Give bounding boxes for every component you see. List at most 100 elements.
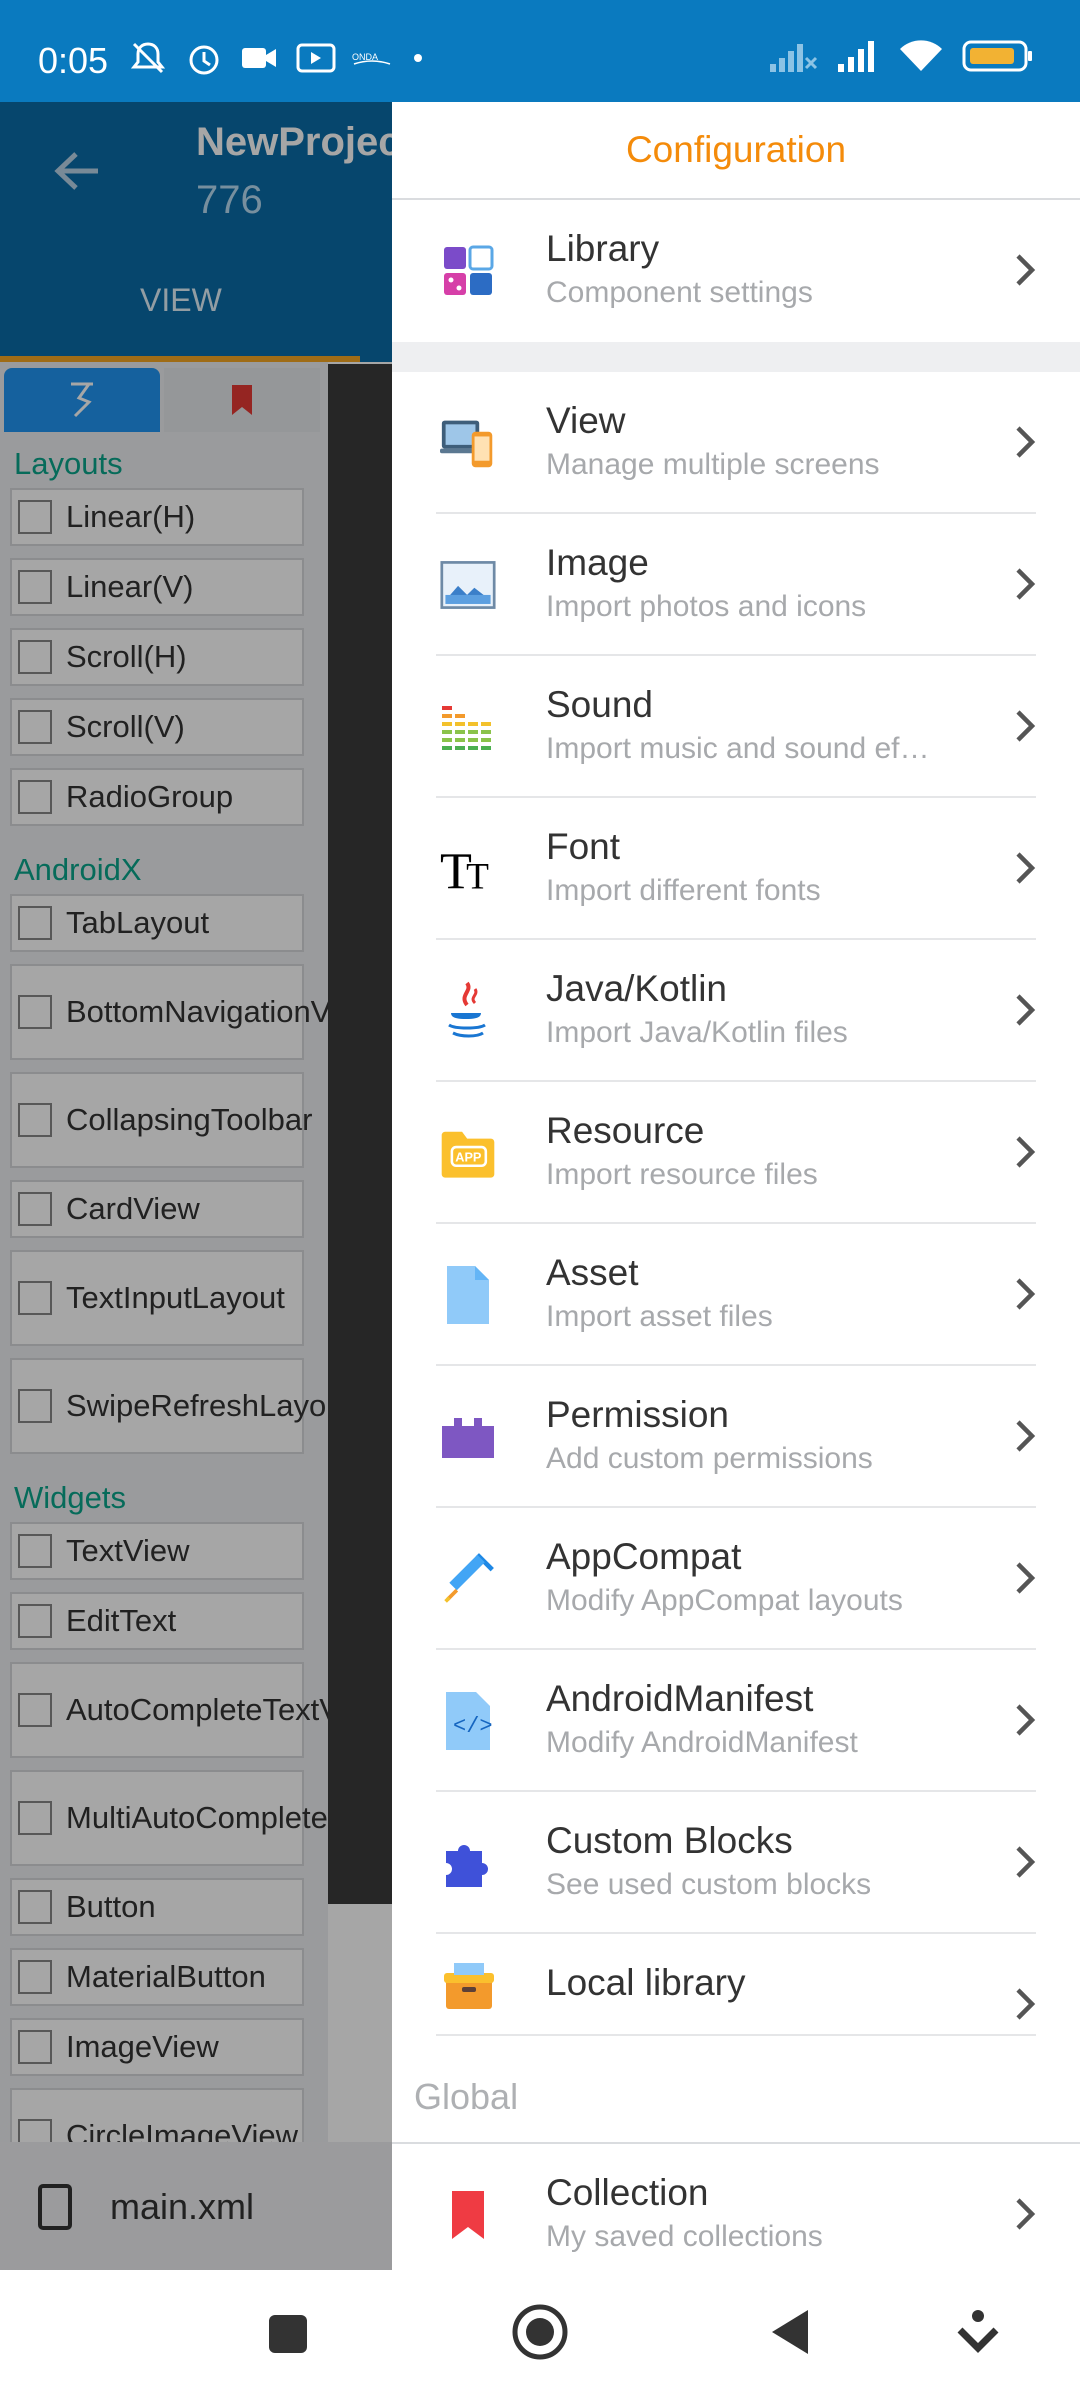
java-icon (440, 981, 496, 1039)
menu-item-subtitle: Modify AndroidManifest (546, 1726, 858, 1759)
signal-icon-2 (836, 38, 880, 79)
navigation-bar (0, 2270, 1080, 2400)
section-global-label: Global (414, 2076, 519, 2117)
chevron-right-icon (1012, 1276, 1038, 1312)
signal-icon-1 (768, 38, 818, 79)
code-file-icon: </> (440, 1692, 496, 1750)
menu-item-collection[interactable]: Collection My saved collections (392, 2144, 1080, 2286)
chevron-right-icon (1012, 566, 1038, 602)
svg-text:APP: APP (455, 1149, 482, 1164)
triangle-back-icon (772, 2310, 808, 2354)
home-button[interactable] (510, 2302, 570, 2367)
box-icon (440, 1957, 496, 2013)
devices-icon (440, 415, 496, 471)
alarm-icon (182, 40, 226, 76)
chevron-right-icon (1012, 1702, 1038, 1738)
font-icon: TT (440, 841, 496, 897)
configuration-drawer: Configuration Library Component settings V… (392, 102, 1080, 2286)
chevron-right-icon (1012, 424, 1038, 460)
onda-icon: ONDA (350, 40, 394, 76)
chevron-right-icon (1012, 1986, 1038, 2022)
menu-item-subtitle: See used custom blocks (546, 1868, 872, 1901)
menu-item-image[interactable]: Image Import photos and icons (392, 514, 1080, 656)
menu-item-subtitle: Add custom permissions (546, 1442, 873, 1475)
svg-text:T: T (466, 857, 489, 894)
permission-icon (440, 1409, 496, 1465)
menu-item-title: Sound (546, 684, 653, 725)
menu-item-title: Java/Kotlin (546, 968, 727, 1009)
equalizer-icon (440, 699, 496, 755)
menu-item-library[interactable]: Library Component settings (392, 200, 1080, 342)
notification-dot-icon (414, 54, 422, 62)
menu-item-subtitle: Import music and sound ef… (546, 732, 930, 765)
syringe-icon (440, 1551, 496, 1607)
section-global: Global (392, 2036, 1080, 2144)
menu-item-local-library[interactable]: Local library (392, 1934, 1080, 2036)
menu-item-subtitle: Import asset files (546, 1300, 773, 1333)
menu-item-title: View (546, 400, 626, 441)
scrim-overlay[interactable] (0, 102, 392, 2270)
home-circle-icon (512, 2304, 568, 2360)
menu-item-java-kotlin[interactable]: Java/Kotlin Import Java/Kotlin files (392, 940, 1080, 1082)
mute-notifications-icon (126, 40, 170, 76)
menu-item-view[interactable]: View Manage multiple screens (392, 372, 1080, 514)
menu-item-title: Local library (546, 1962, 746, 2003)
svg-text:</>: </> (453, 1714, 493, 1739)
menu-item-androidmanifest[interactable]: </> AndroidManifest Modify AndroidManifest (392, 1650, 1080, 1792)
menu-item-font[interactable]: T T Font Import different fonts (392, 798, 1080, 940)
apk-folder-icon: APP (440, 1125, 496, 1181)
menu-item-title: Collection (546, 2172, 709, 2213)
screen-record-icon (294, 40, 338, 76)
square-icon (269, 2315, 307, 2353)
menu-item-title: AppCompat (546, 1536, 742, 1577)
chevron-right-icon (1012, 1560, 1038, 1596)
menu-item-subtitle: Import different fonts (546, 874, 821, 907)
chevron-right-icon (1012, 1134, 1038, 1170)
menu-item-title: Library (546, 228, 660, 269)
menu-item-asset[interactable]: Asset Import asset files (392, 1224, 1080, 1366)
menu-item-title: Resource (546, 1110, 705, 1151)
back-button[interactable] (768, 2306, 812, 2363)
image-icon (440, 557, 496, 613)
menu-item-custom-blocks[interactable]: Custom Blocks See used custom blocks (392, 1792, 1080, 1934)
menu-item-subtitle: Import Java/Kotlin files (546, 1016, 848, 1049)
arrow-down-icon (957, 2310, 999, 2353)
section-gap (392, 342, 1080, 372)
menu-item-title: Permission (546, 1394, 729, 1435)
menu-item-permission[interactable]: Permission Add custom permissions (392, 1366, 1080, 1508)
status-time: 0:05 (38, 40, 109, 81)
assistant-button[interactable] (956, 2308, 1000, 2361)
menu-item-subtitle: Component settings (546, 276, 813, 309)
drawer-title: Configuration (392, 102, 1080, 200)
puzzle-icon (440, 1835, 496, 1891)
menu-item-subtitle: Manage multiple screens (546, 448, 880, 481)
menu-item-title: Custom Blocks (546, 1820, 793, 1861)
recents-button[interactable] (266, 2312, 310, 2361)
chevron-right-icon (1012, 252, 1038, 288)
menu-item-appcompat[interactable]: AppCompat Modify AppCompat layouts (392, 1508, 1080, 1650)
menu-item-subtitle: Modify AppCompat layouts (546, 1584, 903, 1617)
menu-item-title: Font (546, 826, 621, 867)
menu-item-resource[interactable]: APP Resource Import resource files (392, 1082, 1080, 1224)
status-bar: 0:05 ONDA (0, 0, 1080, 102)
file-icon (440, 1266, 496, 1324)
menu-item-subtitle: Import resource files (546, 1158, 818, 1191)
chevron-right-icon (1012, 708, 1038, 744)
chevron-right-icon (1012, 2196, 1038, 2232)
bookmark-icon (440, 2187, 496, 2243)
menu-item-sound[interactable]: Sound Import music and sound ef… (392, 656, 1080, 798)
chevron-right-icon (1012, 992, 1038, 1028)
wifi-icon (898, 38, 944, 79)
chevron-right-icon (1012, 1844, 1038, 1880)
battery-icon (962, 39, 1034, 78)
video-call-icon (238, 40, 282, 76)
menu-item-title: Asset (546, 1252, 639, 1293)
menu-item-title: Image (546, 542, 649, 583)
library-icon (440, 243, 496, 299)
chevron-right-icon (1012, 850, 1038, 886)
chevron-right-icon (1012, 1418, 1038, 1454)
menu-item-subtitle: My saved collections (546, 2220, 823, 2253)
menu-item-subtitle: Import photos and icons (546, 590, 867, 623)
screen: { "status_bar": { "time": "0:05" }, "bac… (0, 0, 1080, 2400)
menu-item-title: AndroidManifest (546, 1678, 814, 1719)
